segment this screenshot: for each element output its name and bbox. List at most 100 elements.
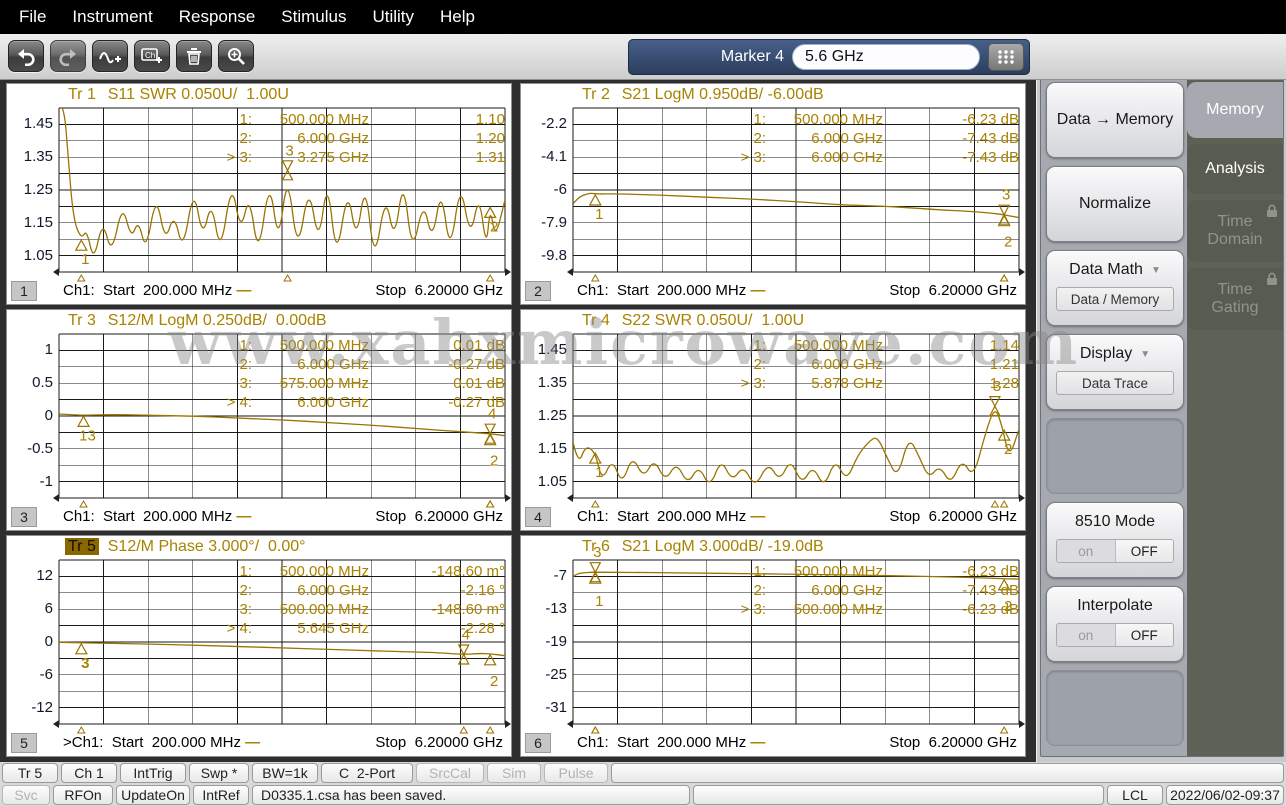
display-selection[interactable]: Data Trace <box>1056 371 1174 395</box>
marker-1[interactable] <box>76 240 87 250</box>
lock-icon <box>1266 204 1278 223</box>
menu-item-help[interactable]: Help <box>427 0 488 34</box>
data-to-memory-button[interactable]: Data → Memory <box>1046 82 1184 158</box>
y-axis-tick-label: -31 <box>521 699 567 716</box>
marker-3[interactable] <box>76 644 87 654</box>
status-ch-1[interactable]: Ch 1 <box>61 763 117 783</box>
trace-title: Tr 6 S21 LogM 3.000dB/ -19.0dB <box>579 538 824 558</box>
footer-start: Ch1: Start 200.000 MHz — <box>577 508 765 525</box>
readout-marker-number: 3: <box>59 601 252 618</box>
status-2022-06-02-09-37[interactable]: 2022/06/02-09:37 <box>1166 785 1284 805</box>
readout-frequency: 5.878 GHz <box>766 375 883 392</box>
channel-badge: 1 <box>11 281 37 301</box>
undo-icon[interactable] <box>8 40 44 72</box>
add-trace-icon[interactable] <box>92 40 128 72</box>
trace-number-label[interactable]: Tr 1 <box>65 86 99 103</box>
keypad-icon[interactable] <box>988 43 1024 71</box>
footer-start: Ch1: Start 200.000 MHz — <box>63 508 251 525</box>
tab-analysis[interactable]: Analysis <box>1187 144 1283 194</box>
normalize-button[interactable]: Normalize <box>1046 166 1184 242</box>
footer-start: Ch1: Start 200.000 MHz — <box>63 282 251 299</box>
chevron-down-icon: ▼ <box>1140 349 1150 360</box>
delete-icon[interactable] <box>176 40 212 72</box>
trace-number-label[interactable]: Tr 6 <box>579 538 613 555</box>
menu-item-file[interactable]: File <box>6 0 59 34</box>
svg-text:3: 3 <box>1002 187 1010 204</box>
y-axis-tick-label: -6 <box>521 181 567 198</box>
blank-softkey-1 <box>1046 418 1184 494</box>
vna-application-window: { "menu": { "items": ["File", "Instrumen… <box>0 0 1286 806</box>
readout-value: -148.60 m° <box>359 563 505 580</box>
menu-item-utility[interactable]: Utility <box>359 0 427 34</box>
menu-item-response[interactable]: Response <box>166 0 269 34</box>
status-svc: Svc <box>2 785 50 805</box>
channel-badge: 2 <box>525 281 551 301</box>
footer-stop: Stop 6.20000 GHz <box>375 282 503 299</box>
interpolate-button[interactable]: Interpolate on OFF <box>1046 586 1184 662</box>
tab-memory[interactable]: Memory <box>1187 82 1283 138</box>
add-channel-icon[interactable]: Ch <box>134 40 170 72</box>
y-axis-tick-label: 12 <box>7 567 53 584</box>
mode-8510-toggle[interactable]: on OFF <box>1056 539 1174 563</box>
readout-value: -2.16 ° <box>359 582 505 599</box>
readout-marker-number: 1: <box>59 111 252 128</box>
readout-marker-number: 2: <box>573 356 766 373</box>
menu-item-stimulus[interactable]: Stimulus <box>268 0 359 34</box>
readout-marker-number: 1: <box>573 337 766 354</box>
readout-frequency: 6.000 GHz <box>766 582 883 599</box>
readout-marker-number: 2: <box>573 582 766 599</box>
display-button[interactable]: Display▼ Data Trace <box>1046 334 1184 410</box>
svg-text:2: 2 <box>1004 234 1012 251</box>
marker-13[interactable] <box>78 416 89 426</box>
status-tr-5[interactable]: Tr 5 <box>2 763 58 783</box>
trace-title: Tr 2 S21 LogM 0.950dB/ -6.00dB <box>579 86 824 106</box>
readout-value: -7.43 dB <box>873 582 1019 599</box>
trace-number-label[interactable]: Tr 3 <box>65 312 99 329</box>
y-axis-tick-label: 1.45 <box>7 115 53 132</box>
status-inttrig[interactable]: IntTrig <box>120 763 186 783</box>
status-swp-[interactable]: Swp * <box>189 763 249 783</box>
y-axis-tick-label: -12 <box>7 699 53 716</box>
data-math-selection[interactable]: Data / Memory <box>1056 287 1174 311</box>
readout-value: -7.43 dB <box>873 149 1019 166</box>
trace-title: Tr 4 S22 SWR 0.050U/ 1.00U <box>579 312 804 332</box>
readout-marker-number: > 4: <box>59 620 252 637</box>
readout-frequency: 500.000 MHz <box>766 601 883 618</box>
marker-1[interactable] <box>590 195 601 205</box>
interpolate-toggle[interactable]: on OFF <box>1056 623 1174 647</box>
readout-frequency: 5.645 GHz <box>252 620 369 637</box>
status-filler <box>611 763 1284 783</box>
readout-value: -0.27 dB <box>359 394 505 411</box>
zoom-icon[interactable] <box>218 40 254 72</box>
readout-frequency: 6.000 GHz <box>252 130 369 147</box>
marker-frequency-input[interactable] <box>792 44 980 70</box>
status-c-2-port[interactable]: C 2-Port <box>321 763 413 783</box>
status-intref[interactable]: IntRef <box>193 785 249 805</box>
svg-text:2: 2 <box>490 218 498 235</box>
status-lcl[interactable]: LCL <box>1107 785 1163 805</box>
readout-marker-number: 1: <box>59 563 252 580</box>
mode-8510-button[interactable]: 8510 Mode on OFF <box>1046 502 1184 578</box>
trace-number-label[interactable]: Tr 5 <box>65 538 99 555</box>
y-axis-tick-label: -7.9 <box>521 214 567 231</box>
trace-number-label[interactable]: Tr 4 <box>579 312 613 329</box>
readout-value: -7.43 dB <box>873 130 1019 147</box>
readout-value: 1.31 <box>359 149 505 166</box>
svg-text:3: 3 <box>81 655 89 672</box>
y-axis-tick-label: -1 <box>7 473 53 490</box>
y-axis-tick-label: -19 <box>521 633 567 650</box>
data-math-button[interactable]: Data Math▼ Data / Memory <box>1046 250 1184 326</box>
status-rfon[interactable]: RFOn <box>53 785 113 805</box>
trace-number-label[interactable]: Tr 2 <box>579 86 613 103</box>
marker-2[interactable] <box>485 655 496 665</box>
math-button-column: Data → Memory Normalize Data Math▼ Data … <box>1041 74 1189 756</box>
footer-start: Ch1: Start 200.000 MHz — <box>577 734 765 751</box>
status-bw-1k[interactable]: BW=1k <box>252 763 318 783</box>
readout-frequency: 6.000 GHz <box>252 394 369 411</box>
redo-icon <box>50 40 86 72</box>
menu-item-instrument[interactable]: Instrument <box>59 0 165 34</box>
footer-start: Ch1: Start 200.000 MHz — <box>577 282 765 299</box>
status-updateon[interactable]: UpdateOn <box>116 785 190 805</box>
y-axis-tick-label: -25 <box>521 666 567 683</box>
readout-marker-number: 3: <box>59 375 252 392</box>
